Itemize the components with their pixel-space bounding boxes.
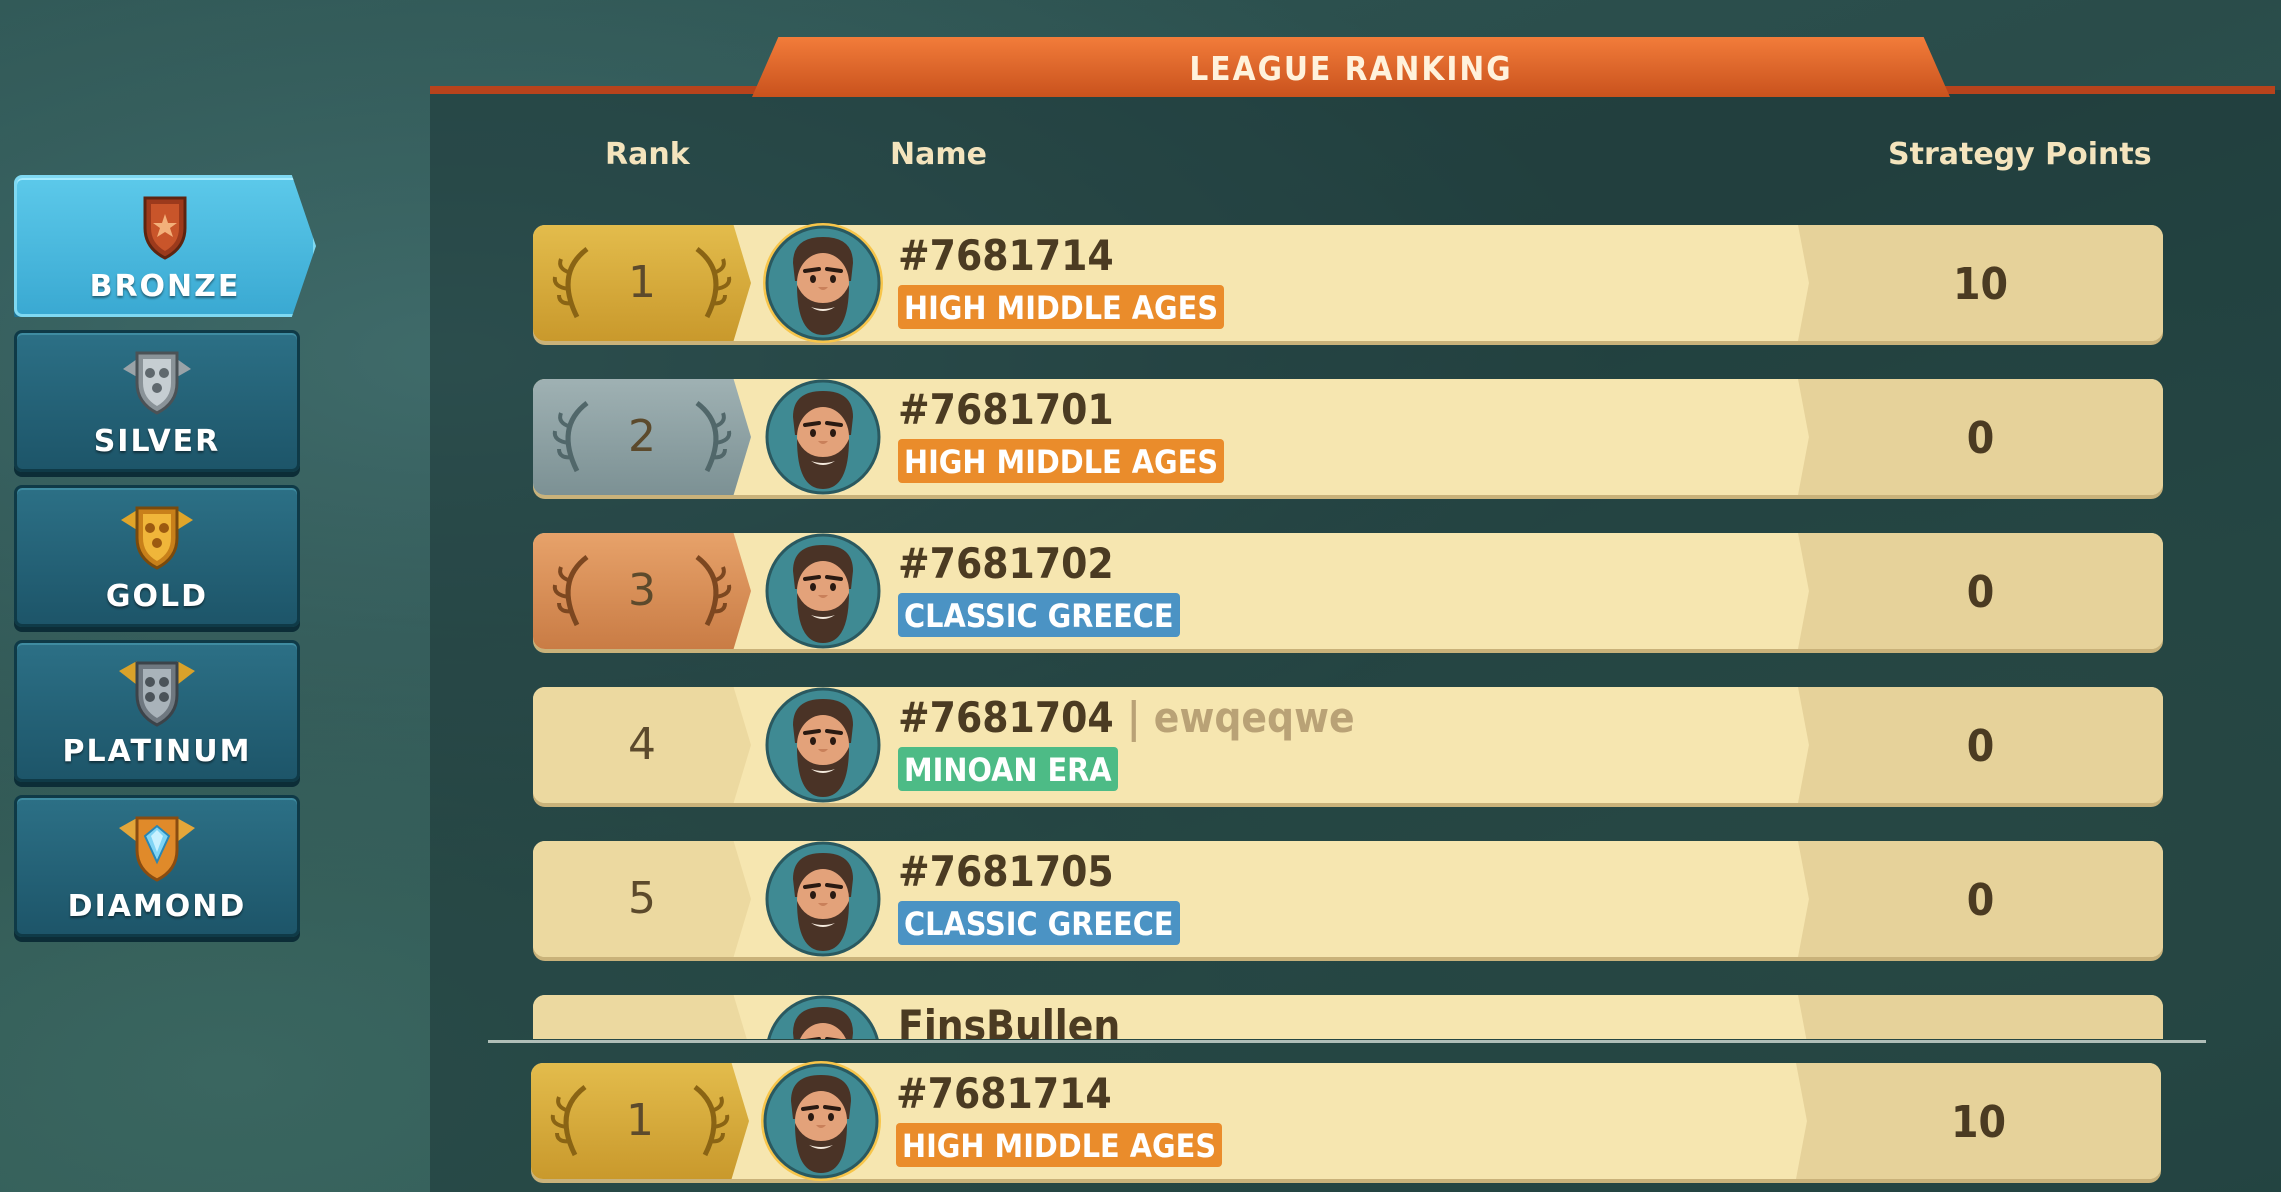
rank-number: 2 <box>628 411 656 462</box>
strategy-points: 10 <box>1798 225 2163 341</box>
strategy-points: 0 <box>1798 687 2163 803</box>
rank-badge-silver: 2 <box>533 379 751 495</box>
tab-label: GOLD <box>105 579 209 614</box>
player-alias: | ewqeqwe <box>1126 693 1355 742</box>
rank-number: 1 <box>626 1095 654 1146</box>
rank-badge: 5 <box>533 841 751 957</box>
diamond-shield-icon <box>119 816 195 882</box>
tab-label: BRONZE <box>89 269 241 304</box>
ranking-row[interactable]: 1 #7681714 HIGH MIDDLE AGES 10 <box>533 223 2163 343</box>
laurel-right-icon <box>695 555 732 627</box>
player-avatar[interactable] <box>763 223 883 343</box>
tab-label: SILVER <box>93 424 221 459</box>
laurel-right-icon <box>695 247 732 319</box>
era-badge: HIGH MIDDLE AGES <box>898 439 1225 483</box>
own-rank-divider <box>488 1040 2206 1043</box>
player-name: #7681701 <box>898 385 1114 434</box>
rank-badge: 4 <box>533 687 751 803</box>
page-title: LEAGUE RANKING <box>752 37 1950 97</box>
tab-label: PLATINUM <box>62 734 252 769</box>
rank-number: 3 <box>628 565 656 616</box>
laurel-left-icon <box>552 401 589 473</box>
era-badge: HIGH MIDDLE AGES <box>896 1123 1223 1167</box>
strategy-points <box>1798 995 2163 1039</box>
strategy-points: 10 <box>1796 1063 2161 1179</box>
rank-number: 4 <box>628 719 656 770</box>
strategy-points: 0 <box>1798 379 2163 495</box>
tab-label: DIAMOND <box>67 889 247 924</box>
ranking-row[interactable]: 5 #7681705 CLASSIC GREECE 0 <box>533 841 2163 957</box>
laurel-right-icon <box>695 401 732 473</box>
player-avatar[interactable] <box>761 1061 881 1181</box>
rank-number: 1 <box>628 257 656 308</box>
column-header-rank: Rank <box>605 137 690 172</box>
player-name: FinsBullen <box>898 1001 1121 1039</box>
player-avatar[interactable] <box>763 685 883 805</box>
rank-number: 5 <box>628 873 656 924</box>
era-badge: MINOAN ERA <box>898 747 1118 791</box>
scroll-clip: FinsBullen <box>430 990 2281 1039</box>
column-header-name: Name <box>890 137 987 172</box>
player-avatar[interactable] <box>763 839 883 959</box>
player-name: #7681702 <box>898 539 1114 588</box>
own-ranking-row[interactable]: 1 #7681714 HIGH MIDDLE AGES 10 <box>531 1061 2161 1181</box>
strategy-points: 0 <box>1798 841 2163 957</box>
player-name: #7681714 <box>896 1069 1112 1118</box>
gold-shield-icon <box>121 506 193 570</box>
rank-badge-gold: 1 <box>531 1063 749 1179</box>
ranking-row[interactable]: FinsBullen <box>533 995 2163 1039</box>
rank-badge-bronze: 3 <box>533 533 751 649</box>
laurel-left-icon <box>552 555 589 627</box>
rank-badge-gold: 1 <box>533 225 751 341</box>
ranking-row[interactable]: 3 #7681702 CLASSIC GREECE 0 <box>533 533 2163 649</box>
player-avatar[interactable] <box>763 531 883 651</box>
player-avatar[interactable] <box>763 377 883 497</box>
laurel-left-icon <box>550 1085 587 1157</box>
player-name: #7681704 | ewqeqwe <box>898 693 1355 742</box>
tab-silver[interactable]: SILVER <box>14 330 300 472</box>
tab-bronze[interactable]: BRONZE <box>14 175 316 317</box>
laurel-left-icon <box>552 247 589 319</box>
laurel-right-icon <box>693 1085 730 1157</box>
bronze-shield-icon <box>143 196 187 260</box>
era-badge: CLASSIC GREECE <box>898 593 1180 637</box>
silver-shield-icon <box>123 351 191 415</box>
player-avatar[interactable] <box>763 993 883 1039</box>
column-header-points: Strategy Points <box>1888 137 2152 172</box>
platinum-shield-icon <box>119 661 195 727</box>
era-badge: CLASSIC GREECE <box>898 901 1180 945</box>
era-badge: HIGH MIDDLE AGES <box>898 285 1225 329</box>
player-name: #7681705 <box>898 847 1114 896</box>
ranking-row[interactable]: 4 #7681704 | ewqeqwe MINOAN ERA 0 <box>533 687 2163 803</box>
rank-badge <box>533 995 751 1039</box>
tab-gold[interactable]: GOLD <box>14 485 300 627</box>
strategy-points: 0 <box>1798 533 2163 649</box>
tab-platinum[interactable]: PLATINUM <box>14 640 300 782</box>
ranking-row[interactable]: 2 #7681701 HIGH MIDDLE AGES 0 <box>533 379 2163 495</box>
player-name: #7681714 <box>898 231 1114 280</box>
tab-diamond[interactable]: DIAMOND <box>14 795 300 937</box>
